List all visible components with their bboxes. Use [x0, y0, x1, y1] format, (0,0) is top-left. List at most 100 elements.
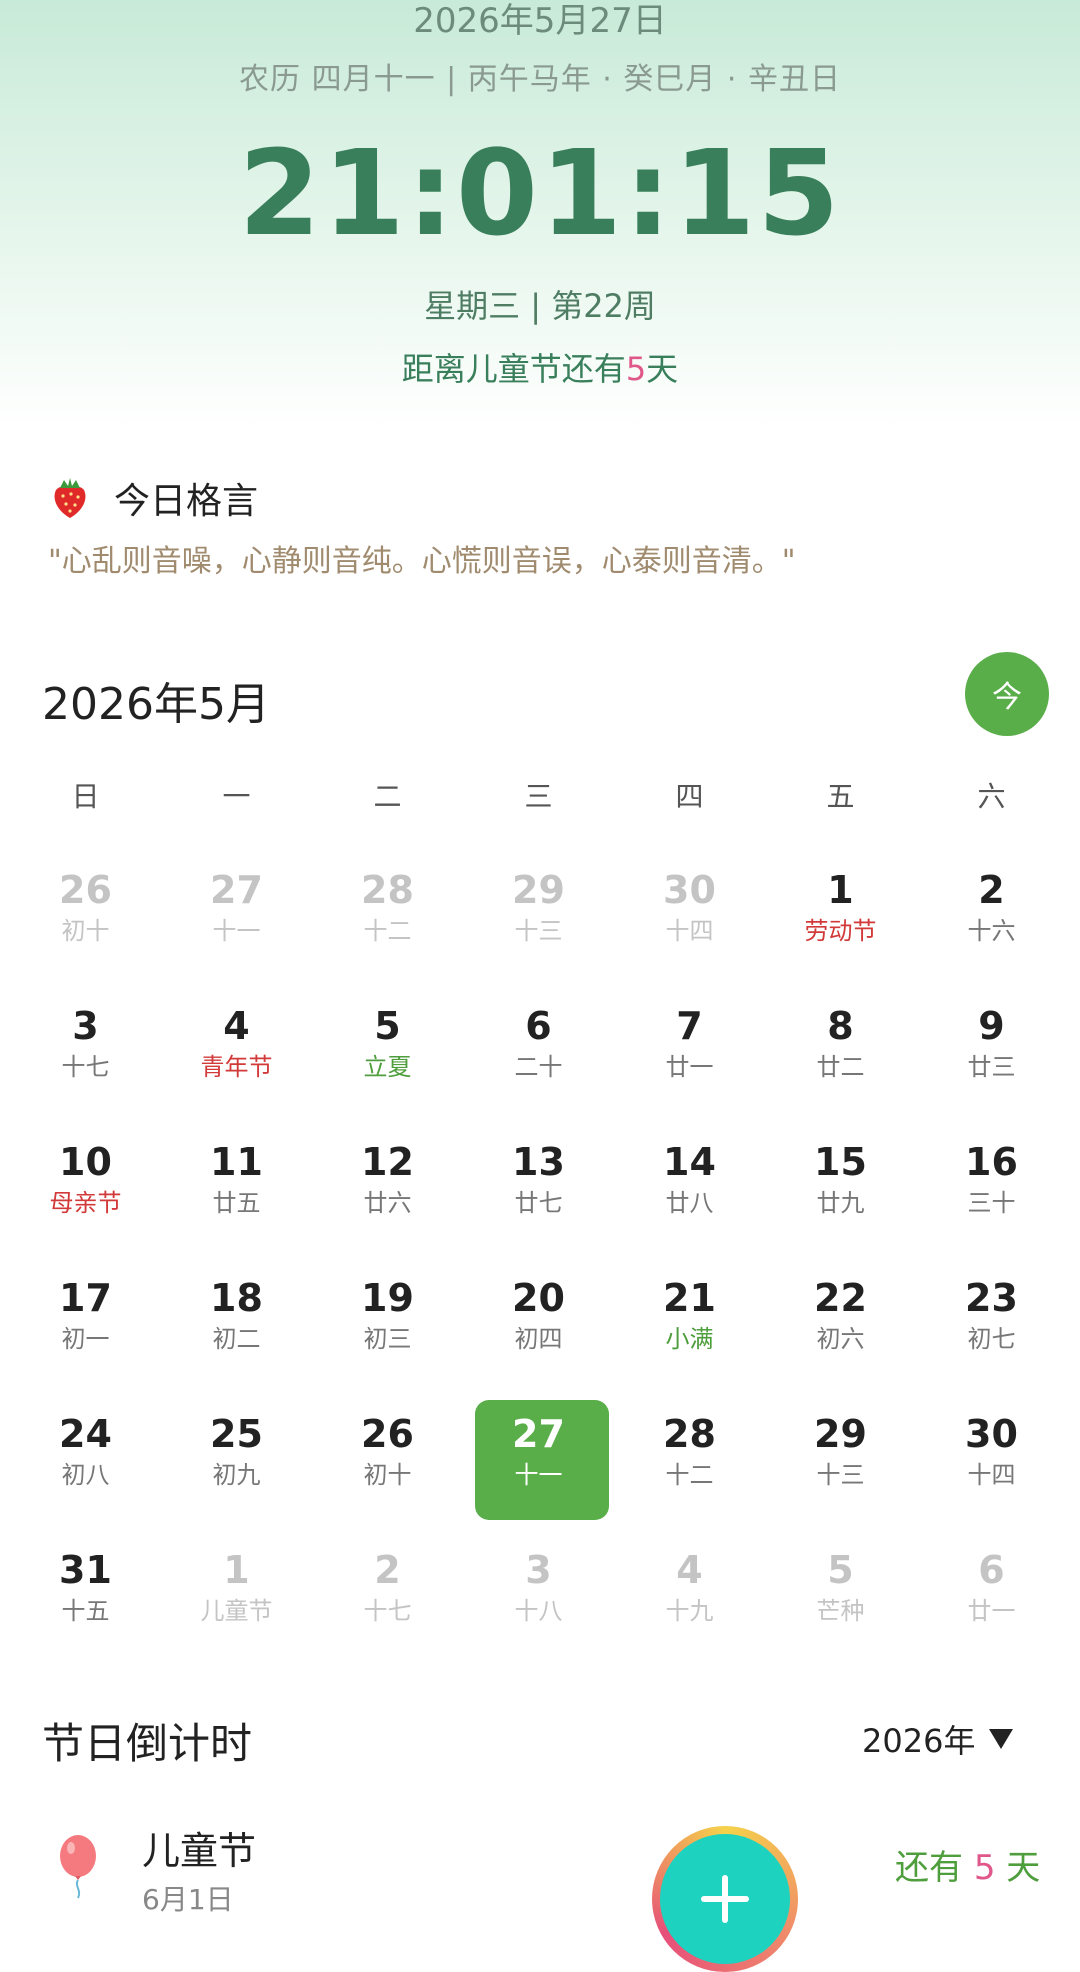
countdown-prefix: 距离儿童节还有: [401, 350, 626, 388]
calendar-day[interactable]: 4 十九: [614, 1530, 765, 1666]
calendar-day[interactable]: 6 二十: [463, 986, 614, 1122]
countdown-suffix: 天: [646, 350, 679, 388]
calendar-day[interactable]: 20 初四: [463, 1258, 614, 1394]
day-lunar-label: 初十: [61, 917, 110, 945]
calendar-day[interactable]: 1 儿童节: [161, 1530, 312, 1666]
calendar-day[interactable]: 13 廿七: [463, 1122, 614, 1258]
day-number: 9: [978, 1004, 1005, 1048]
calendar-day[interactable]: 14 廿八: [614, 1122, 765, 1258]
calendar-day[interactable]: 29 十三: [765, 1394, 916, 1530]
day-lunar-label: 二十: [514, 1053, 563, 1081]
weekday-label: 日: [71, 780, 100, 813]
calendar-week-row: 24 初八 25 初九 26 初十 27 十一 28 十二 29 十三 30 十四: [10, 1394, 1074, 1530]
day-number: 27: [512, 1412, 565, 1456]
dropdown-triangle-icon: [989, 1729, 1014, 1749]
day-lunar-label: 青年节: [200, 1053, 273, 1081]
add-event-button[interactable]: [652, 1826, 798, 1972]
calendar-day[interactable]: 9 廿三: [916, 986, 1067, 1122]
calendar-day[interactable]: 23 初七: [916, 1258, 1067, 1394]
day-lunar-label: 十五: [61, 1597, 110, 1625]
calendar-day[interactable]: 15 廿九: [765, 1122, 916, 1258]
day-number: 20: [512, 1276, 565, 1320]
calendar-day[interactable]: 12 廿六: [312, 1122, 463, 1258]
calendar-day[interactable]: 28 十二: [312, 850, 463, 986]
year-selector-label: 2026年: [862, 1722, 976, 1760]
day-number: 17: [59, 1276, 112, 1320]
calendar-day[interactable]: 4 青年节: [161, 986, 312, 1122]
day-lunar-label: 廿八: [665, 1189, 714, 1217]
calendar-day[interactable]: 6 廿一: [916, 1530, 1067, 1666]
calendar-day[interactable]: 31 十五: [10, 1530, 161, 1666]
day-number: 11: [210, 1140, 263, 1184]
calendar-day[interactable]: 1 劳动节: [765, 850, 916, 986]
day-lunar-label: 小满: [665, 1325, 714, 1353]
day-lunar-label: 立夏: [363, 1053, 412, 1081]
calendar-day[interactable]: 24 初八: [10, 1394, 161, 1530]
day-number: 3: [72, 1004, 99, 1048]
calendar-day[interactable]: 5 立夏: [312, 986, 463, 1122]
calendar-day[interactable]: 30 十四: [916, 1394, 1067, 1530]
day-number: 6: [978, 1548, 1005, 1592]
motto-title: 今日格言: [114, 481, 259, 522]
calendar-week-row: 10 母亲节 11 廿五 12 廿六 13 廿七 14 廿八 15 廿九 16 三十: [10, 1122, 1074, 1258]
calendar-day[interactable]: 28 十二: [614, 1394, 765, 1530]
day-number: 29: [512, 868, 565, 912]
calendar-day[interactable]: 25 初九: [161, 1394, 312, 1530]
lunar-date: 农历 四月十一 | 丙午马年 · 癸巳月 · 辛丑日: [239, 62, 841, 97]
day-lunar-label: 十三: [514, 917, 563, 945]
calendar-day-today[interactable]: 27 十一: [463, 1394, 614, 1530]
calendar-day[interactable]: 30 十四: [614, 850, 765, 986]
day-number: 29: [814, 1412, 867, 1456]
calendar-day[interactable]: 29 十三: [463, 850, 614, 986]
calendar-day[interactable]: 17 初一: [10, 1258, 161, 1394]
today-button[interactable]: 今: [965, 652, 1049, 736]
remaining-days: 5: [973, 1848, 996, 1888]
countdown-item-name: 儿童节: [142, 1829, 257, 1873]
day-lunar-label: 初九: [212, 1461, 261, 1489]
calendar-day[interactable]: 16 三十: [916, 1122, 1067, 1258]
day-lunar-label: 十三: [816, 1461, 865, 1489]
calendar-day[interactable]: 10 母亲节: [10, 1122, 161, 1258]
day-lunar-label: 十四: [665, 917, 714, 945]
calendar-day[interactable]: 11 廿五: [161, 1122, 312, 1258]
weekday-label: 二: [373, 780, 402, 813]
calendar-day[interactable]: 3 十八: [463, 1530, 614, 1666]
day-number: 2: [374, 1548, 401, 1592]
calendar-day[interactable]: 22 初六: [765, 1258, 916, 1394]
day-number: 6: [525, 1004, 552, 1048]
day-number: 16: [965, 1140, 1018, 1184]
day-lunar-label: 廿九: [816, 1189, 865, 1217]
calendar-day[interactable]: 18 初二: [161, 1258, 312, 1394]
remaining-prefix: 还有: [895, 1848, 963, 1888]
calendar-day[interactable]: 27 十一: [161, 850, 312, 986]
plus-icon-vertical: [722, 1875, 728, 1923]
day-lunar-label: 初四: [514, 1325, 563, 1353]
calendar-day[interactable]: 2 十六: [916, 850, 1067, 986]
day-number: 3: [525, 1548, 552, 1592]
strawberry-icon: [48, 476, 92, 520]
calendar-day[interactable]: 3 十七: [10, 986, 161, 1122]
year-selector[interactable]: 2026年: [862, 1716, 1014, 1762]
calendar-day[interactable]: 5 芒种: [765, 1530, 916, 1666]
day-number: 1: [827, 868, 854, 912]
countdown-item[interactable]: 儿童节 6月1日 还有 5 天: [0, 1820, 1080, 1920]
calendar-day[interactable]: 26 初十: [312, 1394, 463, 1530]
calendar-day[interactable]: 26 初十: [10, 850, 161, 986]
day-number: 2: [978, 868, 1005, 912]
day-lunar-label: 初一: [61, 1325, 110, 1353]
weekday-label: 三: [524, 780, 553, 813]
day-number: 18: [210, 1276, 263, 1320]
day-number: 26: [361, 1412, 414, 1456]
day-number: 22: [814, 1276, 867, 1320]
day-lunar-label: 初八: [61, 1461, 110, 1489]
day-lunar-label: 儿童节: [200, 1597, 273, 1625]
calendar-day[interactable]: 8 廿二: [765, 986, 916, 1122]
calendar-day[interactable]: 7 廿一: [614, 986, 765, 1122]
weekday-label: 五: [826, 780, 855, 813]
calendar-grid: 26 初十 27 十一 28 十二 29 十三 30 十四 1 劳动节 2 十六 3 十七 4 青年节 5 立夏 6 二十…: [10, 850, 1074, 1666]
calendar-day[interactable]: 2 十七: [312, 1530, 463, 1666]
day-lunar-label: 十六: [967, 917, 1016, 945]
calendar-day[interactable]: 21 小满: [614, 1258, 765, 1394]
calendar-day[interactable]: 19 初三: [312, 1258, 463, 1394]
day-number: 30: [965, 1412, 1018, 1456]
